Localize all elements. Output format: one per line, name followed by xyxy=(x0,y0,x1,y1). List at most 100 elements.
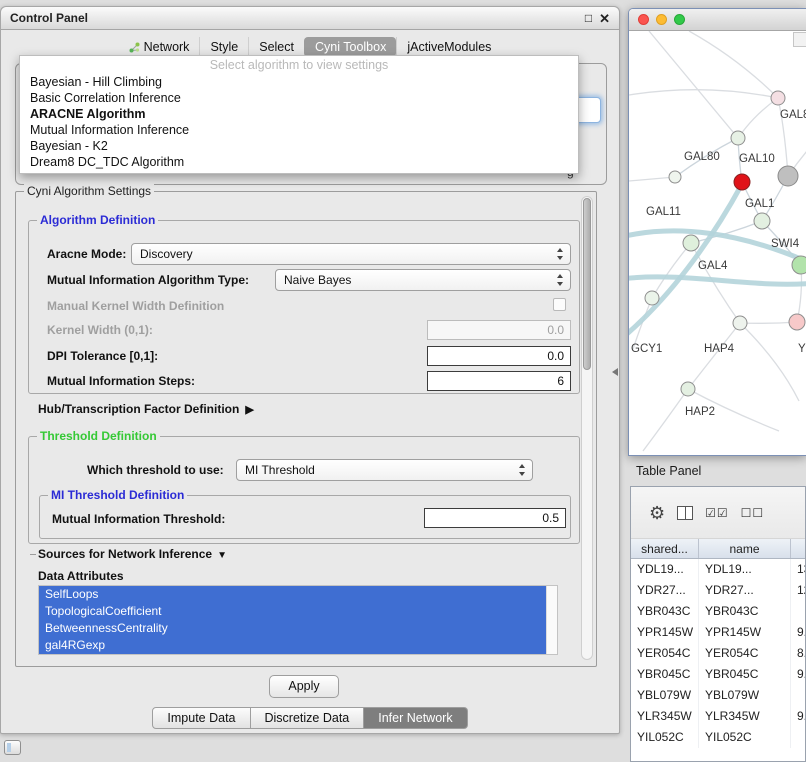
network-node[interactable] xyxy=(778,166,798,186)
close-panel-icon[interactable]: ✕ xyxy=(599,12,610,25)
network-node-label: GAL11 xyxy=(646,206,681,218)
table-cell: YER054C xyxy=(631,643,699,664)
aracne-mode-combo[interactable]: Discovery xyxy=(131,243,571,265)
network-node[interactable] xyxy=(683,235,699,251)
algorithm-definition-group: Algorithm Definition Aracne Mode: Discov… xyxy=(28,220,580,394)
table-header-cell[interactable]: shared... xyxy=(631,539,699,558)
aracne-mode-label: Aracne Mode: xyxy=(47,247,126,261)
network-node[interactable] xyxy=(754,213,770,229)
mi-threshold-field[interactable]: 0.5 xyxy=(424,508,566,528)
table-body: YDL19...YDL19...13YDR27...YDR27...12YBR0… xyxy=(631,559,805,748)
table-panel-window: ⚙ ☑☑ ☐☐ shared...name YDL19...YDL19...13… xyxy=(630,486,806,762)
network-node[interactable] xyxy=(681,382,695,396)
network-node[interactable] xyxy=(789,314,805,330)
mi-steps-field[interactable]: 6 xyxy=(427,371,571,391)
attributes-list-scrollbar[interactable] xyxy=(546,586,557,654)
network-node[interactable] xyxy=(792,256,806,274)
network-node[interactable] xyxy=(771,91,785,105)
bottom-tab-infer-network[interactable]: Infer Network xyxy=(364,707,467,729)
collapsed-panel-icon[interactable] xyxy=(4,740,21,755)
table-cell: YPR145W xyxy=(631,622,699,643)
network-node[interactable] xyxy=(645,291,659,305)
tab-label: Cyni Toolbox xyxy=(315,40,386,54)
tab-jactivemodules[interactable]: jActiveModules xyxy=(396,37,501,57)
network-node[interactable] xyxy=(733,316,747,330)
mi-steps-label: Mutual Information Steps: xyxy=(47,374,195,388)
network-node[interactable] xyxy=(731,131,745,145)
table-cell: 12 xyxy=(791,580,806,601)
tab-network[interactable]: Network xyxy=(119,37,200,57)
dpi-tolerance-label: DPI Tolerance [0,1]: xyxy=(47,349,158,363)
select-all-icon[interactable]: ☑☑ xyxy=(705,506,729,520)
algorithm-option[interactable]: Basic Correlation Inference xyxy=(20,90,578,106)
hub-section-toggle[interactable]: Hub/Transcription Factor Definition▶ xyxy=(38,402,254,416)
table-header-cell[interactable]: name xyxy=(699,539,791,558)
mi-type-combo[interactable]: Naive Bayes xyxy=(275,269,571,291)
network-canvas[interactable]: GAL8GAL80GAL10GAL11GAL1SWI4GAL4GCY1HAP4Y… xyxy=(629,31,806,456)
apply-button[interactable]: Apply xyxy=(269,675,339,698)
aracne-mode-value: Discovery xyxy=(140,247,193,261)
table-row[interactable]: YIL052CYIL052C xyxy=(631,727,805,748)
network-node-label: GAL1 xyxy=(745,198,774,210)
tab-cyni-toolbox[interactable]: Cyni Toolbox xyxy=(304,37,396,57)
algorithm-option[interactable]: ARACNE Algorithm xyxy=(20,106,578,122)
table-row[interactable]: YBR043CYBR043C xyxy=(631,601,805,622)
which-threshold-label: Which threshold to use: xyxy=(87,463,224,477)
control-panel-titlebar: Control Panel □ ✕ xyxy=(1,7,619,30)
bottom-tab-group: Impute DataDiscretize DataInfer Network xyxy=(1,707,619,729)
which-threshold-combo[interactable]: MI Threshold xyxy=(236,459,533,481)
bottom-tab-discretize-data[interactable]: Discretize Data xyxy=(251,707,365,729)
table-cell: YER054C xyxy=(699,643,791,664)
deselect-all-icon[interactable]: ☐☐ xyxy=(741,506,765,520)
data-attribute-item[interactable]: SelfLoops xyxy=(39,586,546,603)
algorithm-dropdown-popup: Select algorithm to view settings Bayesi… xyxy=(19,55,579,174)
table-header-cell[interactable] xyxy=(791,539,806,558)
data-attributes-list[interactable]: SelfLoopsTopologicalCoefficientBetweenne… xyxy=(38,585,558,655)
tab-style[interactable]: Style xyxy=(199,37,248,57)
combo-arrows-icon xyxy=(518,464,527,476)
algorithm-option[interactable]: Bayesian - K2 xyxy=(20,138,578,154)
settings-scrollbar-thumb[interactable] xyxy=(583,198,591,370)
table-row[interactable]: YER054CYER054C8. xyxy=(631,643,805,664)
columns-icon[interactable] xyxy=(677,506,693,520)
network-node[interactable] xyxy=(669,171,681,183)
gear-icon[interactable]: ⚙ xyxy=(649,504,665,522)
settings-scrollbar-track[interactable] xyxy=(581,196,593,660)
table-toolbar: ⚙ ☑☑ ☐☐ xyxy=(631,487,805,539)
kernel-width-field[interactable]: 0.0 xyxy=(427,320,571,340)
table-row[interactable]: YDR27...YDR27...12 xyxy=(631,580,805,601)
table-cell: YLR345W xyxy=(631,706,699,727)
table-cell: 13 xyxy=(791,559,806,580)
dpi-tolerance-field[interactable]: 0.0 xyxy=(427,346,571,366)
bottom-tab-impute-data[interactable]: Impute Data xyxy=(152,707,250,729)
data-attribute-item[interactable]: BetweennessCentrality xyxy=(39,620,546,637)
table-row[interactable]: YLR345WYLR345W9. xyxy=(631,706,805,727)
data-attribute-item[interactable]: gal4RGexp xyxy=(39,637,546,654)
table-row[interactable]: YBR045CYBR045C9. xyxy=(631,664,805,685)
manual-kernel-checkbox[interactable] xyxy=(553,298,566,311)
algorithm-option[interactable]: Mutual Information Inference xyxy=(20,122,578,138)
algorithm-definition-title: Algorithm Definition xyxy=(37,213,158,227)
zoom-window-icon[interactable] xyxy=(674,14,685,25)
data-attributes-label: Data Attributes xyxy=(38,569,124,583)
close-window-icon[interactable] xyxy=(638,14,649,25)
expanded-arrow-icon: ▼ xyxy=(217,550,227,561)
table-row[interactable]: YDL19...YDL19...13 xyxy=(631,559,805,580)
panel-collapse-arrow-icon[interactable] xyxy=(612,368,618,376)
network-scrollbar-corner[interactable] xyxy=(793,32,806,47)
float-panel-icon[interactable]: □ xyxy=(585,12,592,24)
table-row[interactable]: YBL079WYBL079W xyxy=(631,685,805,706)
network-window-titlebar xyxy=(629,9,806,31)
algorithm-option[interactable]: Bayesian - Hill Climbing xyxy=(20,74,578,90)
algorithm-option[interactable]: Dream8 DC_TDC Algorithm xyxy=(20,154,578,170)
tab-select[interactable]: Select xyxy=(248,37,304,57)
data-attribute-item[interactable]: TopologicalCoefficient xyxy=(39,603,546,620)
network-node[interactable] xyxy=(734,174,750,190)
window-buttons: □ ✕ xyxy=(585,12,610,25)
minimize-window-icon[interactable] xyxy=(656,14,667,25)
network-node-label: GAL80 xyxy=(684,151,720,163)
table-cell: 9. xyxy=(791,622,806,643)
table-row[interactable]: YPR145WYPR145W9. xyxy=(631,622,805,643)
network-node-label: Y xyxy=(798,343,806,355)
sources-section-toggle[interactable]: Sources for Network Inference▼ xyxy=(38,547,227,561)
